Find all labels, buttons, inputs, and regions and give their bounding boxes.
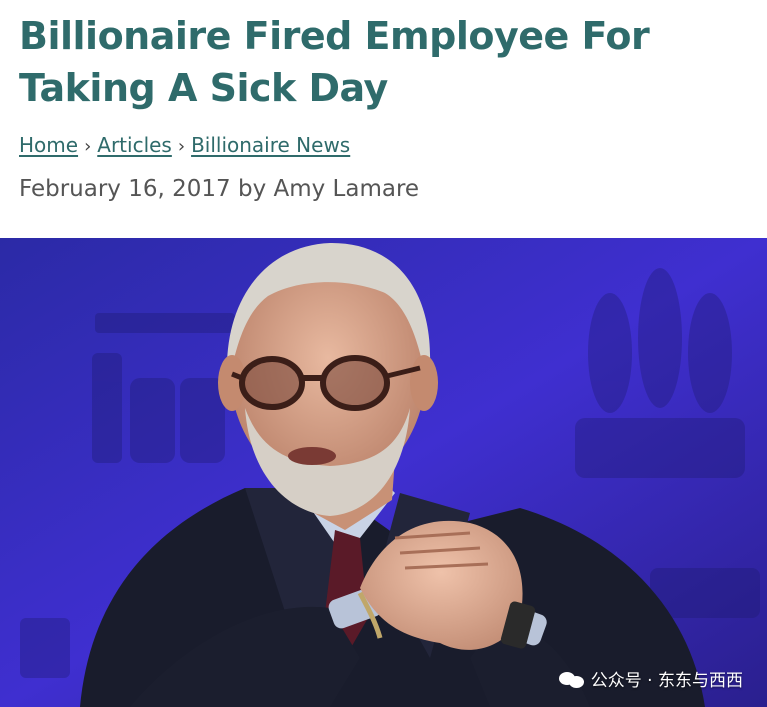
breadcrumb: Home › Articles › Billionaire News — [19, 131, 350, 161]
article-author: Amy Lamare — [273, 176, 420, 202]
breadcrumb-home-link[interactable]: Home — [19, 133, 78, 157]
watermark-text: 公众号 · 东东与西西 — [590, 671, 743, 691]
byline-by: by — [237, 176, 267, 202]
article-header: Billionaire Fired Employee For Taking A … — [0, 0, 767, 238]
hero-photo-illustration — [0, 238, 767, 707]
breadcrumb-separator: › — [84, 136, 92, 157]
photo-watermark: 公众号 · 东东与西西 — [558, 666, 743, 691]
article-byline: February 16, 2017 by Amy Lamare — [19, 173, 419, 205]
article-date: February 16, 2017 — [19, 176, 231, 202]
breadcrumb-separator: › — [177, 136, 186, 157]
breadcrumb-billionaire-news-link[interactable]: Billionaire News — [191, 133, 350, 157]
article-hero-photo: 公众号 · 东东与西西 — [0, 238, 767, 707]
breadcrumb-articles-link[interactable]: Articles — [97, 133, 172, 157]
wechat-icon — [558, 669, 585, 689]
article-title: Billionaire Fired Employee For Taking A … — [19, 14, 650, 110]
